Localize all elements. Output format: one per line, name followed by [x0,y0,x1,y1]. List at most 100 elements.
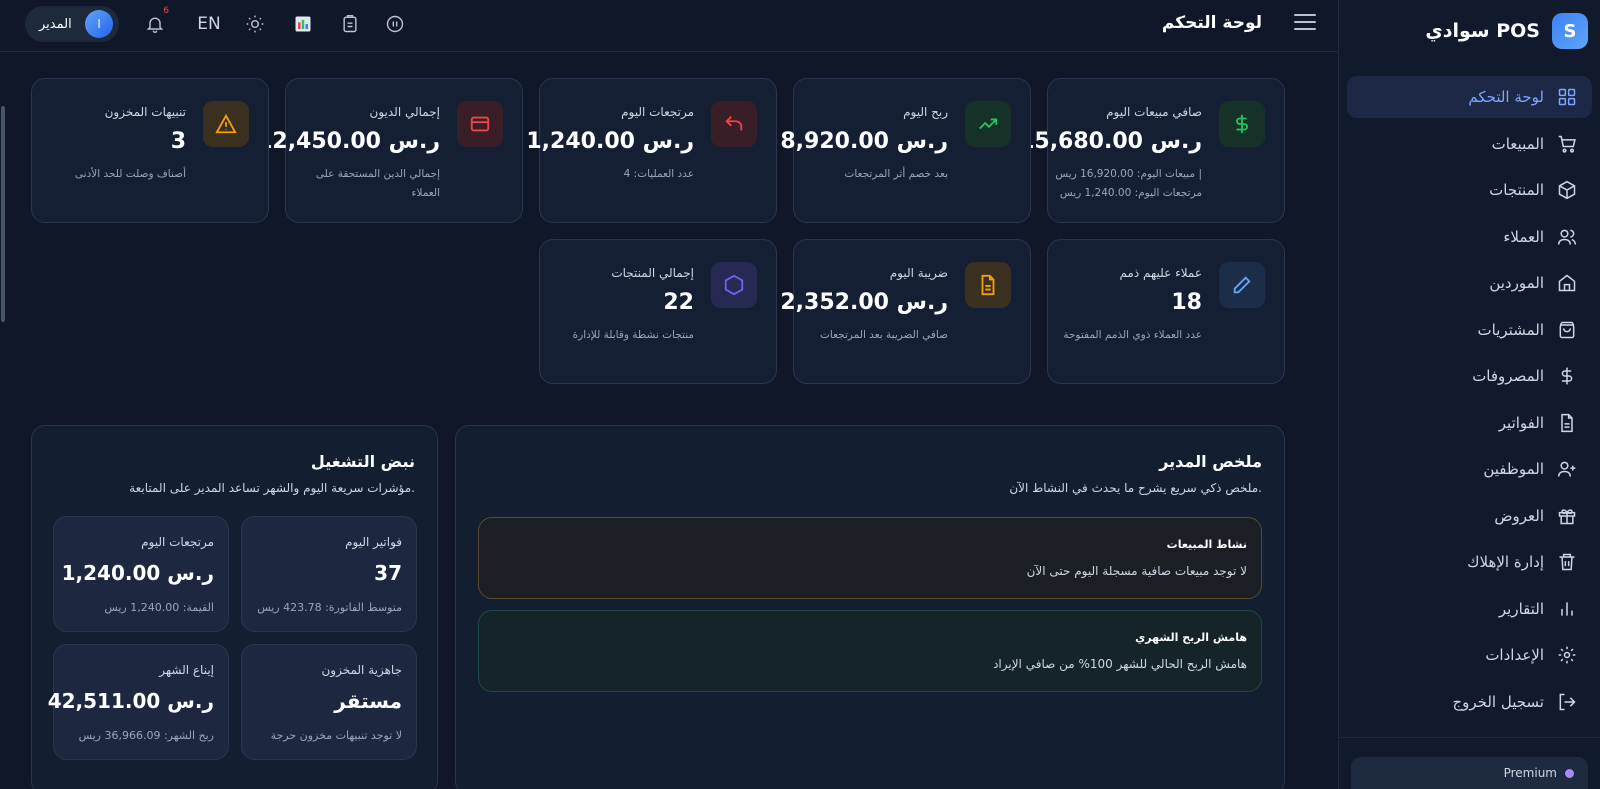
return-arrow-icon [711,101,757,147]
card-sub: عدد العملاء ذوي الذمم المفتوحة [1063,329,1202,341]
sidebar-item-expenses[interactable]: المصروفات [1347,355,1592,397]
card-value: 3 [170,129,186,154]
sidebar-item-label: المنتجات [1489,181,1544,199]
brand-name: سوادي POS [1425,20,1540,42]
page-title: لوحة التحكم [1161,13,1262,33]
mini-sub: متوسط الفاتورة: 423.78 ريس [257,601,402,614]
card-profit[interactable]: ربح اليوم 8,920.00 ر.س بعد خصم أثر المرت… [780,78,1031,223]
sidebar-item-reports[interactable]: التقارير [1347,588,1592,630]
mini-value: 37 [374,561,402,585]
brand[interactable]: سوادي POS S [1339,0,1600,62]
panel-subtitle: مؤشرات سريعة اليوم والشهر تساعد المدير ع… [129,481,415,495]
card-sub: منتجات نشطة وقابلة للإدارة [572,329,694,341]
sidebar-item-logout[interactable]: تسجيل الخروج [1347,681,1592,723]
scrollbar-thumb[interactable] [1,106,5,322]
mini-label: إيناع الشهر [159,663,214,677]
sidebar-item-settings[interactable]: الإعدادات [1347,634,1592,676]
mini-sub: ربح الشهر: 36,966.09 ريس [78,729,214,742]
box-icon [1556,179,1578,201]
sidebar-item-depreciation[interactable]: إدارة الإهلاك [1347,541,1592,583]
menu-toggle-button[interactable] [1294,14,1316,34]
notifications-button[interactable]: 6 [143,6,169,36]
operations-pulse-panel: نبض التشغيل مؤشرات سريعة اليوم والشهر تس… [31,425,438,789]
dollar-icon [1219,101,1265,147]
sidebar-item-offers[interactable]: العروض [1347,495,1592,537]
card-debtors[interactable]: عملاء عليهم ذمم 18 عدد العملاء ذوي الذمم… [1047,239,1285,384]
card-value: 1,240.00 ر.س [526,129,694,154]
sidebar-item-label: تسجيل الخروج [1452,692,1544,711]
mini-value: مستقر [334,689,402,713]
card-value: 8,920.00 ر.س [780,129,948,154]
mini-card-invoices[interactable]: فواتير اليوم 37 متوسط الفاتورة: 423.78 ر… [241,516,417,632]
sidebar-item-sales[interactable]: المبيعات [1347,123,1592,165]
premium-badge[interactable]: Premium [1351,757,1588,789]
card-net-sales[interactable]: صافي مبيعات اليوم 15,680.00 ر.س مبيعات ا… [1019,78,1285,223]
card-label: صافي مبيعات اليوم [1106,105,1202,119]
card-sub: عدد العمليات: 4 [623,168,694,180]
store-icon [1556,272,1578,294]
sidebar-item-label: العملاء [1503,227,1544,246]
user-plus-icon [1556,458,1578,480]
mini-sub: القيمة: 1,240.00 ريس [104,601,214,614]
mini-card-returns[interactable]: مرتجعات اليوم 1,240.00 ر.س القيمة: 1,240… [53,516,229,632]
card-label: إجمالي المنتجات [611,266,694,280]
user-name: المدير [39,16,72,32]
sidebar-footer: Premium [1339,737,1600,789]
cart-icon [1556,133,1578,155]
users-icon [1556,226,1578,248]
notice-text: لا توجد مبيعات صافية مسجلة اليوم حتى الآ… [1026,564,1247,578]
sidebar-item-suppliers[interactable]: الموردين [1347,262,1592,304]
sidebar-item-invoices[interactable]: الفواتير [1347,402,1592,444]
notice-text: هامش الربح الحالي للشهر 100% من صافي الإ… [993,657,1247,671]
sidebar-item-label: المشتريات [1477,320,1544,339]
card-tax[interactable]: ضريبة اليوم 2,352.00 ر.س صافي الضريبة بع… [780,239,1031,384]
profit-margin-notice: هامش الربح الشهري هامش الربح الحالي للشه… [478,610,1262,692]
sidebar-nav: لوحة التحكم المبيعات المنتجات العملاء ال… [1339,76,1600,723]
dollar-icon [1556,365,1578,387]
theme-toggle-icon[interactable] [243,12,267,36]
gear-icon [1556,644,1578,666]
card-label: تنبيهات المخزون [104,105,186,119]
scrollbar[interactable] [0,52,6,789]
warning-icon [203,101,249,147]
pause-circle-icon[interactable] [383,12,407,36]
trending-up-icon [965,101,1011,147]
mini-card-month-revenue[interactable]: إيناع الشهر 42,511.00 ر.س ربح الشهر: 36,… [48,644,229,760]
sidebar-item-products[interactable]: المنتجات [1347,169,1592,211]
file-icon [1556,412,1578,434]
sidebar-item-label: العروض [1494,506,1544,525]
user-menu[interactable]: المدير ا [25,6,119,42]
mini-label: فواتير اليوم [345,535,402,549]
card-sub: صافي الضريبة بعد المرتجعات [820,329,948,341]
card-sub: بعد خصم أثر المرتجعات [844,168,948,180]
sidebar-item-label: الموردين [1489,274,1544,292]
grid-icon [1556,86,1578,108]
card-label: ربح اليوم [903,105,948,119]
sidebar-item-customers[interactable]: العملاء [1347,216,1592,258]
sidebar-item-label: المبيعات [1491,134,1544,153]
card-debts[interactable]: إجمالي الديون 12,450.00 ر.س إجمالي الدين… [257,78,523,223]
sidebar-item-dashboard[interactable]: لوحة التحكم [1347,76,1592,118]
card-products[interactable]: إجمالي المنتجات 22 منتجات نشطة وقابلة لل… [539,239,777,384]
clipboard-icon[interactable] [338,12,362,36]
trash-icon [1556,551,1578,573]
card-value: 2,352.00 ر.س [780,290,948,315]
language-toggle[interactable]: EN [195,12,223,36]
bag-icon [1556,319,1578,341]
sidebar-item-label: إدارة الإهلاك [1467,553,1544,571]
sidebar-item-label: التقارير [1498,599,1544,618]
sidebar-item-employees[interactable]: الموظفين [1347,448,1592,490]
mini-card-stock[interactable]: جاهزية المخزون مستقر لا توجد تنبيهات مخز… [241,644,417,760]
logout-icon [1556,691,1578,713]
card-returns[interactable]: مرتجعات اليوم 1,240.00 ر.س عدد العمليات:… [526,78,777,223]
analytics-app-icon[interactable] [291,12,315,36]
bell-icon [146,17,164,33]
brand-logo: S [1552,13,1588,49]
sidebar-item-purchases[interactable]: المشتريات [1347,309,1592,351]
pencil-icon [1219,262,1265,308]
sidebar-item-label: الموظفين [1483,460,1544,478]
notification-badge: 6 [163,6,169,16]
sidebar-item-label: لوحة التحكم [1468,88,1544,106]
mini-value: 1,240.00 ر.س [61,561,214,585]
card-stock-alerts[interactable]: تنبيهات المخزون 3 أصناف وصلت للحد الأدنى [31,78,269,223]
